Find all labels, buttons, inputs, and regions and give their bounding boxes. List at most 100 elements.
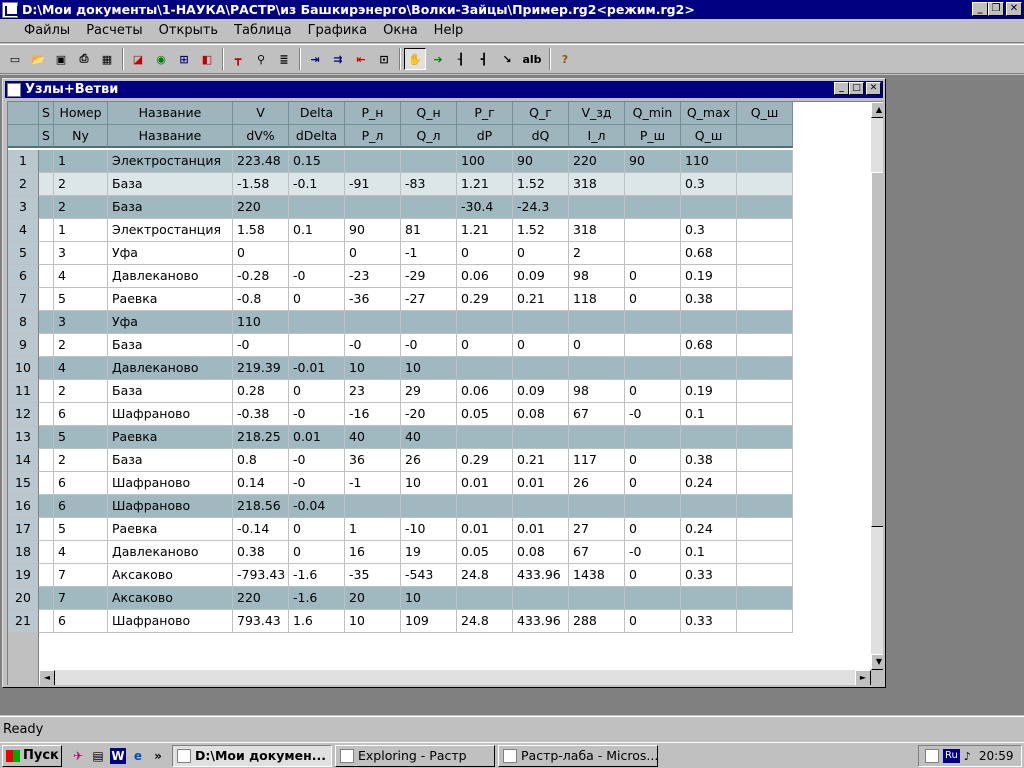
table-row[interactable]: 5 3 Уфа 0 0 -1 0 0 2 0.68 [8, 242, 793, 265]
table-cell[interactable] [737, 150, 793, 173]
table-cell[interactable] [39, 587, 54, 610]
table-cell[interactable]: -20 [401, 403, 457, 426]
table-cell[interactable]: 0.01 [513, 472, 569, 495]
table-cell[interactable]: Давлеканово [108, 541, 233, 564]
row-number-cell[interactable]: 2 [8, 173, 39, 196]
data-grid[interactable]: ▲ ▼ ◄ ► S Номер Название V Delta P_н Q_н P_г Q_г… [7, 101, 883, 685]
table-cell[interactable]: -0 [289, 449, 345, 472]
column-header[interactable]: I_л [569, 125, 625, 148]
table-row[interactable]: 11 2 База 0.28 0 23 29 0.06 0.09 98 0 0.19 [8, 380, 793, 403]
hand-pan-icon[interactable]: ✋ [404, 48, 426, 70]
table-cell[interactable]: Шафраново [108, 495, 233, 518]
network-icon[interactable]: ⊞ [173, 48, 195, 70]
table-icon[interactable]: ▦ [96, 48, 118, 70]
table-cell[interactable]: Раевка [108, 518, 233, 541]
column-header[interactable]: Q_ш [737, 102, 793, 125]
table-cell[interactable] [569, 587, 625, 610]
table-cell[interactable]: 10 [401, 472, 457, 495]
taskbar-task-button[interactable]: D:\Мои докумен... [172, 744, 332, 767]
scroll-right-button[interactable]: ► [855, 670, 871, 685]
table-cell[interactable]: -0 [625, 403, 681, 426]
table-cell[interactable]: 67 [569, 541, 625, 564]
table-cell[interactable]: 0.1 [681, 541, 737, 564]
table-cell[interactable]: Аксаково [108, 564, 233, 587]
table-cell[interactable]: 4 [54, 265, 108, 288]
table-cell[interactable]: 0 [457, 334, 513, 357]
switch-icon[interactable]: ┫ [473, 48, 495, 70]
table-cell[interactable]: 219.39 [233, 357, 289, 380]
table-cell[interactable]: 0.29 [457, 288, 513, 311]
document-list-icon[interactable]: ≣ [273, 48, 295, 70]
table-cell[interactable]: 0.06 [457, 380, 513, 403]
table-cell[interactable]: -0 [289, 265, 345, 288]
close-button[interactable]: ✕ [1006, 2, 1022, 16]
table-cell[interactable] [289, 196, 345, 219]
row-number-cell[interactable]: 6 [8, 265, 39, 288]
table-cell[interactable]: 1.21 [457, 219, 513, 242]
table-cell[interactable]: Шафраново [108, 472, 233, 495]
table-cell[interactable]: 26 [569, 472, 625, 495]
table-cell[interactable]: 1.58 [233, 219, 289, 242]
table-cell[interactable] [39, 495, 54, 518]
alb-icon[interactable]: alb [519, 48, 545, 70]
table-cell[interactable] [737, 610, 793, 633]
table-cell[interactable]: 98 [569, 380, 625, 403]
minimize-button[interactable]: _ [972, 2, 988, 16]
column-header[interactable]: V [233, 102, 289, 125]
table-cell[interactable] [625, 196, 681, 219]
table-cell[interactable]: -1 [401, 242, 457, 265]
column-header[interactable]: dP [457, 125, 513, 148]
table-cell[interactable]: 23 [345, 380, 401, 403]
table-cell[interactable] [39, 242, 54, 265]
table-cell[interactable]: Раевка [108, 426, 233, 449]
row-number-cell[interactable]: 10 [8, 357, 39, 380]
table-row[interactable]: 14 2 База 0.8 -0 36 26 0.29 0.21 117 0 0.38 [8, 449, 793, 472]
word-icon[interactable]: W [110, 747, 126, 764]
column-header[interactable]: Q_н [401, 102, 457, 125]
ie-icon[interactable]: e [128, 746, 148, 766]
table-cell[interactable]: 4 [54, 357, 108, 380]
table-cell[interactable] [625, 587, 681, 610]
table-cell[interactable]: 98 [569, 265, 625, 288]
row-number-cell[interactable]: 5 [8, 242, 39, 265]
table-cell[interactable]: 0.24 [681, 472, 737, 495]
scroll-down-button[interactable]: ▼ [871, 654, 883, 670]
row-number-cell[interactable]: 18 [8, 541, 39, 564]
table-cell[interactable]: 24.8 [457, 564, 513, 587]
table-cell[interactable] [625, 173, 681, 196]
table-cell[interactable]: 0.19 [681, 265, 737, 288]
table-cell[interactable]: 117 [569, 449, 625, 472]
table-cell[interactable]: 0.1 [681, 403, 737, 426]
table-cell[interactable] [401, 150, 457, 173]
column-header[interactable]: P_ш [625, 125, 681, 148]
table-cell[interactable] [625, 357, 681, 380]
vertical-scroll-thumb[interactable] [871, 172, 883, 527]
table-cell[interactable]: База [108, 334, 233, 357]
menu-item[interactable]: Графика [300, 23, 376, 38]
table-cell[interactable]: 793.43 [233, 610, 289, 633]
row-number-cell[interactable]: 20 [8, 587, 39, 610]
table-cell[interactable] [39, 518, 54, 541]
table-row[interactable]: 7 5 Раевка -0.8 0 -36 -27 0.29 0.21 118 0 0.38 [8, 288, 793, 311]
table-cell[interactable]: 40 [345, 426, 401, 449]
pin-icon[interactable]: ┳ [227, 48, 249, 70]
branch-icon[interactable]: ◧ [196, 48, 218, 70]
table-cell[interactable]: 2 [54, 173, 108, 196]
table-cell[interactable]: 0 [625, 449, 681, 472]
table-row[interactable]: 6 4 Давлеканово -0.28 -0 -23 -29 0.06 0.09 98 0 0.1… [8, 265, 793, 288]
table-cell[interactable]: 27 [569, 518, 625, 541]
table-cell[interactable]: 433.96 [513, 564, 569, 587]
table-cell[interactable] [737, 541, 793, 564]
table-cell[interactable]: 1.52 [513, 219, 569, 242]
table-cell[interactable] [737, 518, 793, 541]
table-cell[interactable]: -35 [345, 564, 401, 587]
table-cell[interactable]: 19 [401, 541, 457, 564]
new-file-icon[interactable]: ▭ [4, 48, 26, 70]
table-cell[interactable] [345, 311, 401, 334]
column-header[interactable]: P_л [345, 125, 401, 148]
table-cell[interactable]: 5 [54, 426, 108, 449]
table-cell[interactable] [39, 564, 54, 587]
menu-item[interactable]: Расчеты [78, 23, 150, 38]
child-close-button[interactable]: ✕ [866, 82, 881, 95]
table-cell[interactable] [737, 219, 793, 242]
